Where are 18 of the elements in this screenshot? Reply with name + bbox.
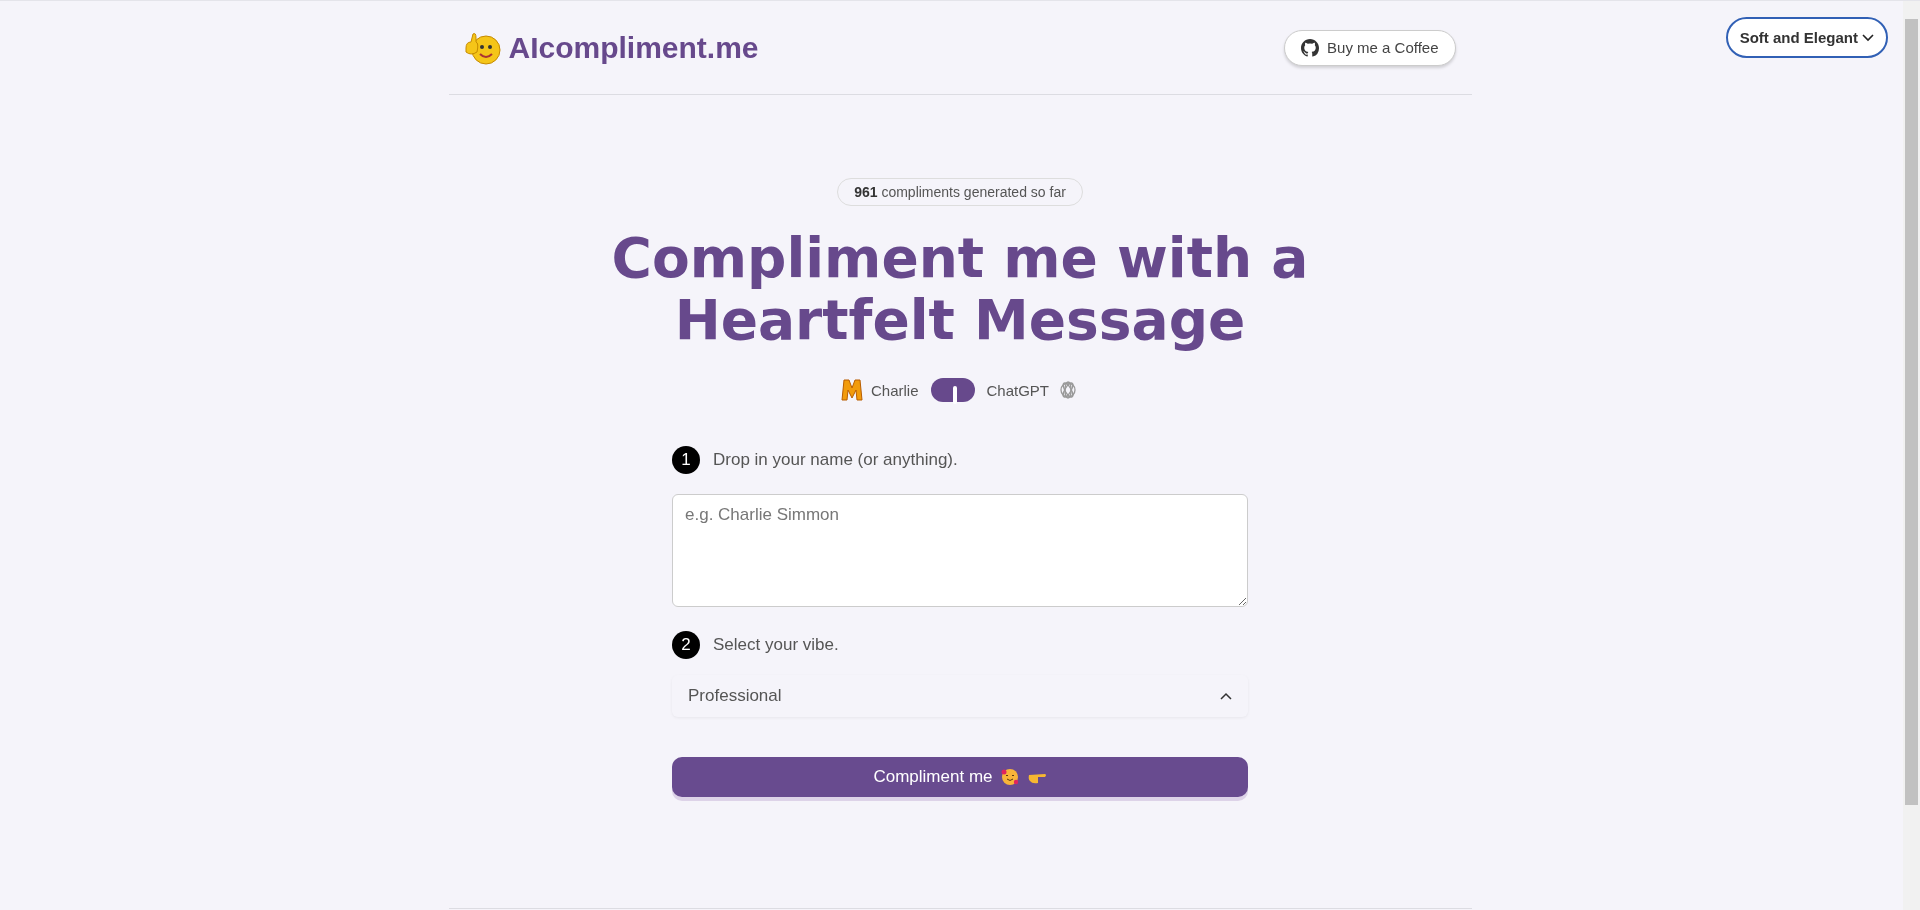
headline: Compliment me with a [611,227,1309,289]
step-number: 1 [672,446,700,474]
theme-select[interactable]: Soft and Elegant [1725,17,1888,58]
model-label: Charlie [870,381,919,399]
coffee-button[interactable]: Buy me a Coffee [1284,29,1456,66]
smiling-face-hearts-icon [1000,768,1019,786]
headline: Heartfelt Message [674,289,1246,351]
letter-m-logo-icon [840,378,863,402]
step-label: Select your vibe. [713,635,839,655]
vibe-select[interactable]: Professional [672,675,1248,717]
model-switch[interactable] [930,378,975,402]
logo-text[interactable]: AIcompliment.me [508,30,759,65]
step-number: 2 [672,631,700,659]
github-icon [1301,38,1320,57]
scrollbar-thumb[interactable] [1905,19,1918,805]
step-label: Drop in your name (or anything). [713,450,958,470]
name-field[interactable]: e.g. Charlie Simmon [672,494,1248,607]
model-label: ChatGPT [986,381,1050,399]
